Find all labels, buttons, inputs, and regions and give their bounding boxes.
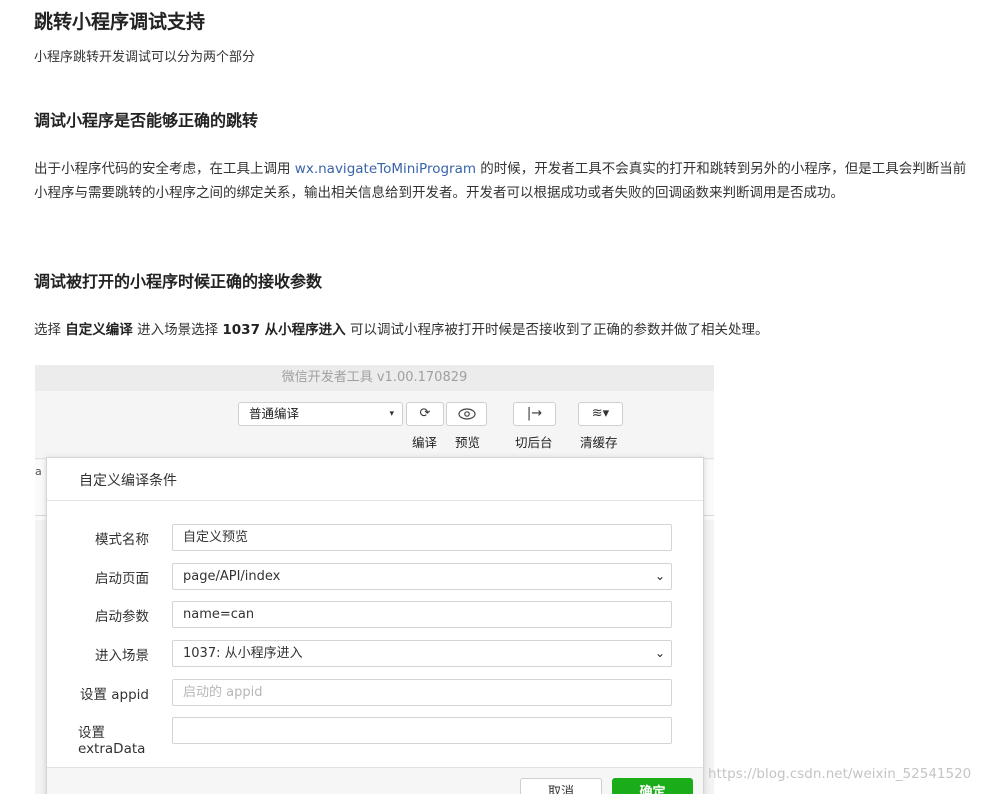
section2-text-a: 选择: [34, 322, 66, 338]
switch-background-icon: |→: [526, 406, 543, 421]
custom-compile-dialog: 自定义编译条件 模式名称 自定义预览 启动页面 page/API/index ⌄…: [46, 457, 704, 794]
devtools-toolbar: 普通编译 ▾ ⟳ |→ ≋▾ 编译 预览 切后台 清缓存: [35, 391, 714, 459]
compile-mode-value: 普通编译: [249, 406, 300, 421]
section1-paragraph: 出于小程序代码的安全考虑，在工具上调用 wx.navigateToMiniPro…: [34, 157, 978, 205]
compile-mode-select[interactable]: 普通编译 ▾: [238, 402, 403, 426]
extradata-input[interactable]: [172, 717, 672, 744]
extradata-label: 设置 extraData: [78, 725, 146, 757]
watermark: https://blog.csdn.net/weixin_52541520: [708, 766, 972, 782]
scene-value: 1037: 从小程序进入: [183, 646, 303, 661]
dialog-title: 自定义编译条件: [79, 473, 177, 489]
custom-compile-term: 自定义编译: [65, 322, 133, 338]
dialog-footer: 取消 确定: [47, 767, 703, 794]
article-intro: 小程序跳转开发调试可以分为两个部分: [34, 50, 256, 65]
dialog-divider: [47, 500, 703, 501]
chevron-down-icon: ⌄: [654, 569, 665, 583]
section1-heading: 调试小程序是否能够正确的跳转: [34, 111, 259, 130]
compile-button[interactable]: ⟳: [406, 402, 444, 426]
section2-text-b: 进入场景选择: [132, 322, 223, 338]
window-title: 微信开发者工具 v1.00.170829: [35, 365, 714, 391]
eye-icon: [457, 408, 476, 420]
caret-down-icon: ▾: [389, 409, 394, 419]
api-name: wx.navigateToMiniProgram: [294, 161, 477, 177]
scene-select[interactable]: 1037: 从小程序进入 ⌄: [172, 640, 672, 667]
refresh-icon: ⟳: [419, 406, 431, 421]
cancel-button[interactable]: 取消: [520, 778, 602, 794]
appid-input[interactable]: 启动的 appid: [172, 679, 672, 706]
section2-paragraph: 选择 自定义编译 进入场景选择 1037 从小程序进入 可以调试小程序被打开时候…: [34, 318, 978, 342]
start-page-select[interactable]: page/API/index ⌄: [172, 563, 672, 590]
mode-name-input[interactable]: 自定义预览: [172, 524, 672, 551]
section2-heading: 调试被打开的小程序时候正确的接收参数: [34, 272, 323, 291]
background-label: 切后台: [515, 435, 553, 450]
background-button[interactable]: |→: [513, 402, 556, 426]
start-page-value: page/API/index: [183, 569, 281, 584]
appid-label: 设置 appid: [79, 687, 149, 703]
mode-name-label: 模式名称: [95, 532, 149, 548]
start-page-label: 启动页面: [95, 571, 149, 587]
clear-cache-label: 清缓存: [580, 435, 618, 450]
scene-1037-term: 1037 从小程序进入: [222, 322, 346, 338]
start-params-label: 启动参数: [95, 609, 149, 625]
preview-label: 预览: [455, 435, 481, 450]
clear-cache-button[interactable]: ≋▾: [578, 402, 623, 426]
editor-text-fragment: a: [35, 465, 42, 478]
article-title: 跳转小程序调试支持: [34, 11, 206, 33]
devtools-screenshot: 微信开发者工具 v1.00.170829 普通编译 ▾ ⟳ |→ ≋▾ 编译 预…: [35, 365, 714, 794]
section2-text-c: 可以调试小程序被打开时候是否接收到了正确的参数并做了相关处理。: [345, 322, 769, 338]
layers-icon: ≋▾: [591, 406, 610, 421]
compile-label: 编译: [412, 435, 438, 450]
start-params-input[interactable]: name=can: [172, 601, 672, 628]
preview-button[interactable]: [446, 402, 487, 426]
section1-text-a: 出于小程序代码的安全考虑，在工具上调用: [34, 161, 295, 177]
confirm-button[interactable]: 确定: [612, 778, 693, 794]
scene-label: 进入场景: [95, 648, 149, 664]
chevron-down-icon: ⌄: [654, 646, 665, 660]
